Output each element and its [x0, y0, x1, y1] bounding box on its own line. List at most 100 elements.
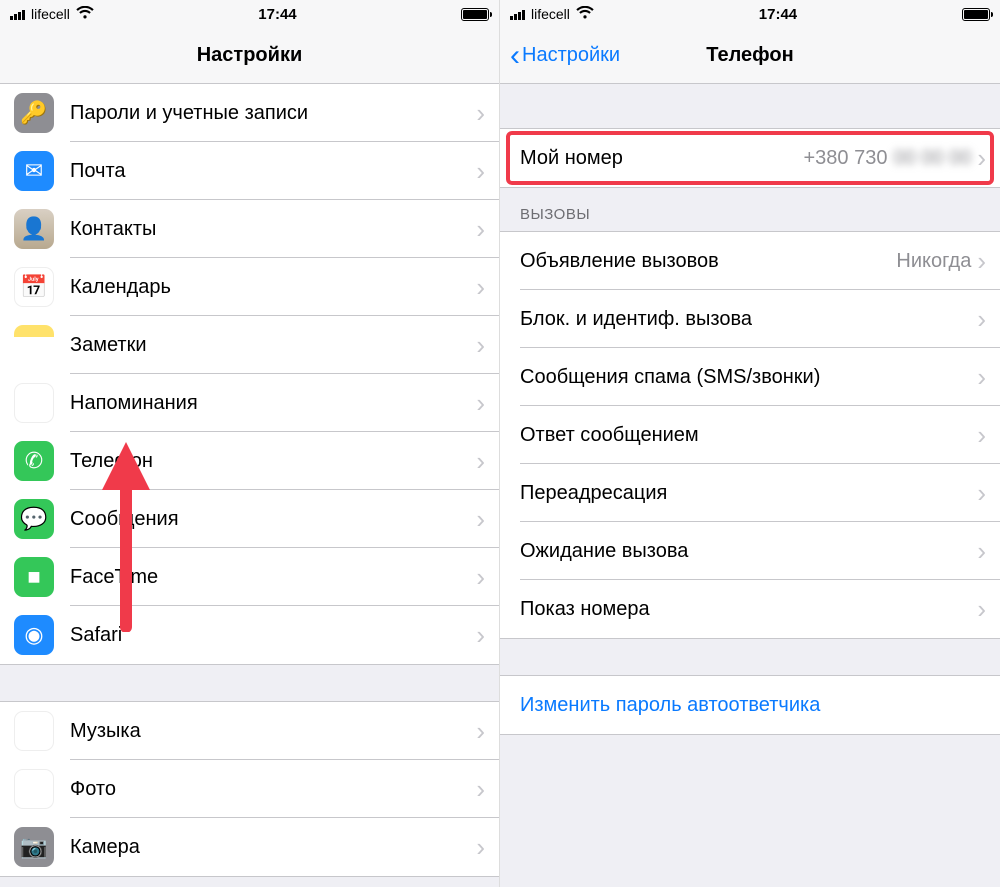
settings-row-facetime[interactable]: ■ FaceTime›	[0, 548, 499, 606]
chevron-right-icon: ›	[476, 158, 485, 184]
settings-row-photos[interactable]: ✿ Фото›	[0, 760, 499, 818]
key-icon: 🔑	[14, 93, 54, 133]
settings-row-mail[interactable]: ✉Почта›	[0, 142, 499, 200]
settings-list: 🔑Пароли и учетные записи›✉Почта›👤Контакт…	[0, 84, 499, 665]
row-value: +380 730	[803, 147, 887, 170]
row-label: Камера	[70, 836, 476, 859]
settings-row-reminders[interactable]: ☰Напоминания›	[0, 374, 499, 432]
page-title: Телефон	[500, 44, 1000, 67]
clock: 17:44	[759, 6, 797, 23]
settings-row-notes[interactable]: Заметки›	[0, 316, 499, 374]
row-label: Фото	[70, 778, 476, 801]
list-row[interactable]: Переадресация›	[500, 464, 1000, 522]
carrier-label: lifecell	[531, 6, 570, 22]
row-label: Напоминания	[70, 392, 476, 415]
row-label: Сообщения	[70, 508, 476, 531]
row-label: Safari	[70, 624, 476, 647]
group-gap	[500, 84, 1000, 128]
chevron-right-icon: ›	[977, 538, 986, 564]
row-value-blur: 00 00 00	[893, 147, 971, 170]
settings-row-music[interactable]: ♪ Музыка›	[0, 702, 499, 760]
phone-right: lifecell 17:44 ‹ Настройки Телефон Мой н…	[500, 0, 1000, 887]
row-label: Музыка	[70, 720, 476, 743]
list-row[interactable]: Ожидание вызова›	[500, 522, 1000, 580]
row-label: Ответ сообщением	[520, 424, 977, 447]
nav-header: ‹ Настройки Телефон	[500, 28, 1000, 84]
nav-header: Настройки	[0, 28, 499, 84]
row-label: Ожидание вызова	[520, 540, 977, 563]
signal-icon	[10, 8, 25, 20]
chevron-right-icon: ›	[977, 596, 986, 622]
voicemail-group: Изменить пароль автоответчика	[500, 675, 1000, 735]
chevron-right-icon: ›	[476, 332, 485, 358]
calls-list: Объявление вызововНикогда›Блок. и иденти…	[500, 231, 1000, 639]
row-label: FaceTime	[70, 566, 476, 589]
row-label: Мой номер	[520, 147, 803, 170]
clock: 17:44	[258, 6, 296, 23]
chevron-right-icon: ›	[977, 364, 986, 390]
settings-row-contacts[interactable]: 👤Контакты›	[0, 200, 499, 258]
status-bar: lifecell 17:44	[0, 0, 499, 28]
safari-icon: ◉	[14, 615, 54, 655]
row-label: Контакты	[70, 218, 476, 241]
group-gap	[500, 639, 1000, 675]
row-label: Почта	[70, 160, 476, 183]
chevron-right-icon: ›	[476, 100, 485, 126]
chevron-right-icon: ›	[476, 216, 485, 242]
settings-list-2: ♪Музыка›✿Фото›📷Камера›	[0, 701, 499, 877]
chevron-right-icon: ›	[977, 145, 986, 171]
chevron-right-icon: ›	[977, 248, 986, 274]
chevron-right-icon: ›	[476, 274, 485, 300]
row-label: Календарь	[70, 276, 476, 299]
row-label: Сообщения спама (SMS/звонки)	[520, 366, 977, 389]
group-gap	[0, 665, 499, 701]
row-label: Показ номера	[520, 598, 977, 621]
music-icon: ♪	[14, 711, 54, 751]
wifi-icon	[576, 6, 594, 23]
chevron-right-icon: ›	[977, 422, 986, 448]
settings-row-safari[interactable]: ◉ Safari›	[0, 606, 499, 664]
wifi-icon	[76, 6, 94, 23]
change-voicemail-password-row[interactable]: Изменить пароль автоответчика	[500, 676, 1000, 734]
page-title: Настройки	[0, 44, 499, 67]
messages-icon: 💬	[14, 499, 54, 539]
group-header-calls: ВЫЗОВЫ	[500, 188, 1000, 231]
row-label: Переадресация	[520, 482, 977, 505]
row-label: Телефон	[70, 450, 476, 473]
chevron-right-icon: ›	[476, 448, 485, 474]
settings-row-key[interactable]: 🔑Пароли и учетные записи›	[0, 84, 499, 142]
facetime-icon: ■	[14, 557, 54, 597]
row-value: Никогда	[896, 250, 971, 273]
settings-row-camera[interactable]: 📷Камера›	[0, 818, 499, 876]
row-label: Блок. и идентиф. вызова	[520, 308, 977, 331]
carrier-label: lifecell	[31, 6, 70, 22]
reminders-icon: ☰	[14, 383, 54, 423]
list-row[interactable]: Объявление вызововНикогда ›	[500, 232, 1000, 290]
settings-row-phone[interactable]: ✆ Телефон›	[0, 432, 499, 490]
chevron-right-icon: ›	[476, 718, 485, 744]
list-row[interactable]: Блок. и идентиф. вызова›	[500, 290, 1000, 348]
chevron-right-icon: ›	[476, 506, 485, 532]
phone-icon: ✆	[14, 441, 54, 481]
my-number-row[interactable]: Мой номер +380 730 00 00 00 ›	[500, 129, 1000, 187]
row-label: Объявление вызовов	[520, 250, 896, 273]
photos-icon: ✿	[14, 769, 54, 809]
camera-icon: 📷	[14, 827, 54, 867]
signal-icon	[510, 8, 525, 20]
notes-icon	[14, 325, 54, 365]
list-row[interactable]: Сообщения спама (SMS/звонки)›	[500, 348, 1000, 406]
phone-left: lifecell 17:44 Настройки 🔑Пароли и учетн…	[0, 0, 500, 887]
battery-icon	[461, 8, 489, 21]
settings-row-messages[interactable]: 💬 Сообщения›	[0, 490, 499, 548]
calendar-icon: 📅	[14, 267, 54, 307]
chevron-right-icon: ›	[977, 480, 986, 506]
list-row[interactable]: Показ номера›	[500, 580, 1000, 638]
battery-icon	[962, 8, 990, 21]
chevron-right-icon: ›	[476, 622, 485, 648]
chevron-right-icon: ›	[977, 306, 986, 332]
settings-row-calendar[interactable]: 📅 Календарь›	[0, 258, 499, 316]
my-number-group: Мой номер +380 730 00 00 00 ›	[500, 128, 1000, 188]
chevron-right-icon: ›	[476, 564, 485, 590]
list-row[interactable]: Ответ сообщением›	[500, 406, 1000, 464]
chevron-right-icon: ›	[476, 776, 485, 802]
